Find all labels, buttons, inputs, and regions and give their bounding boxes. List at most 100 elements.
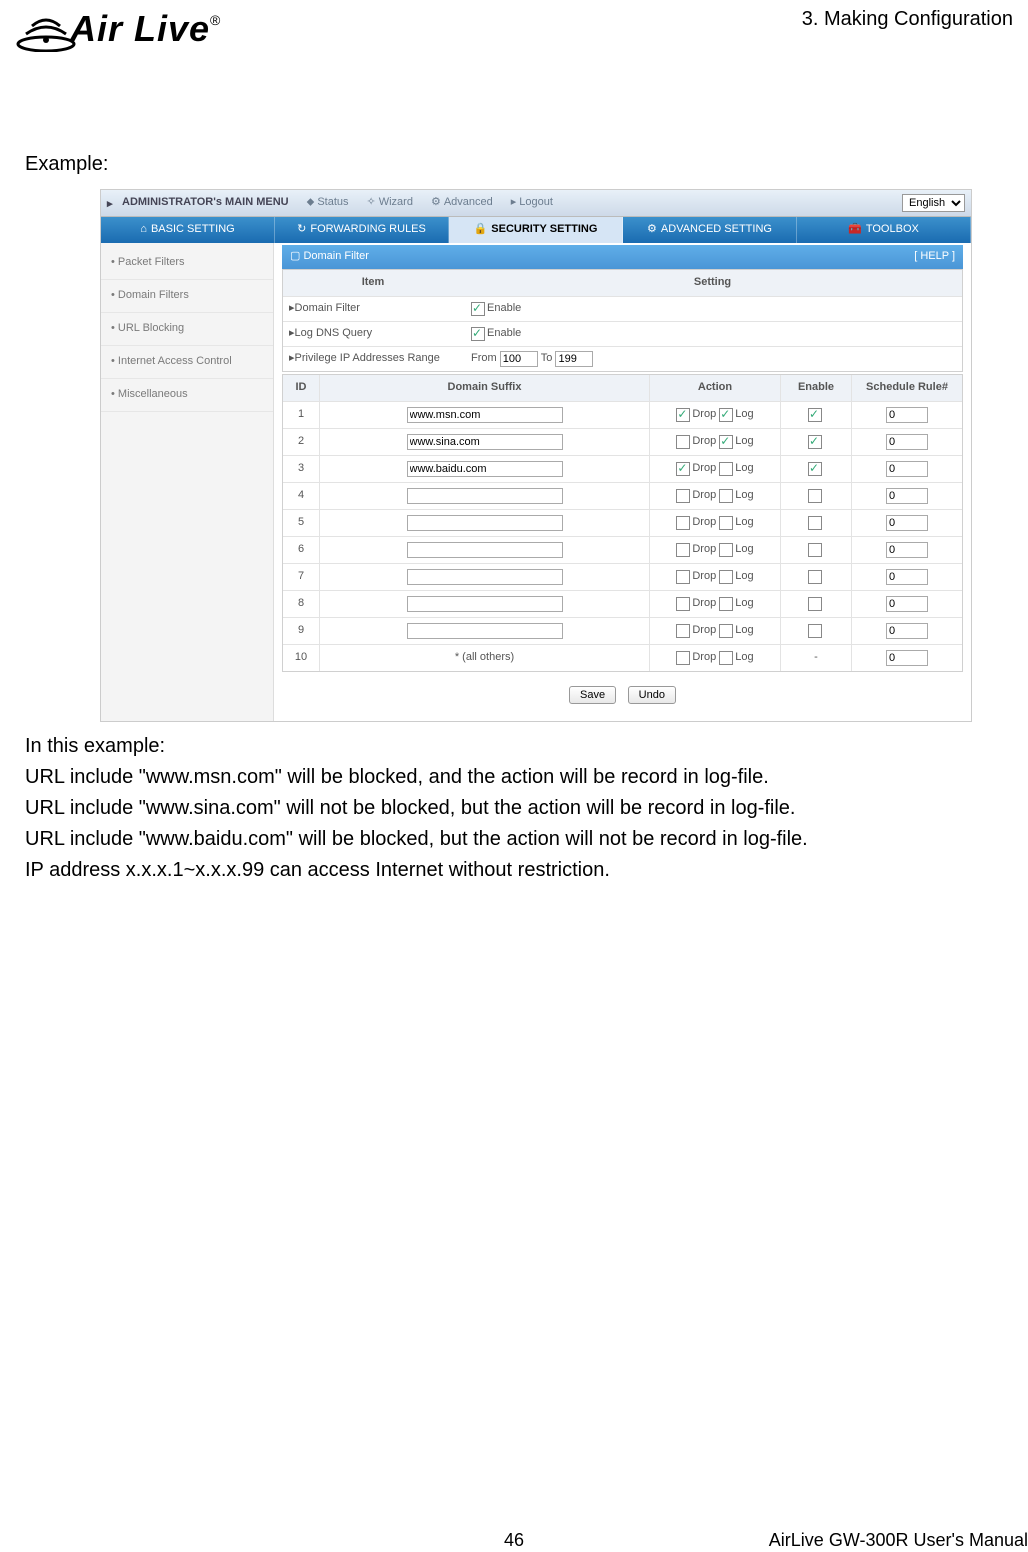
enable-checkbox[interactable]: [808, 435, 822, 449]
table-row: 6Drop Log: [283, 536, 962, 563]
drop-label: Drop: [692, 461, 716, 477]
schedule-rule-input[interactable]: [886, 407, 928, 423]
drop-checkbox[interactable]: [676, 408, 690, 422]
log-checkbox[interactable]: [719, 489, 733, 503]
arrow-icon: ▸: [107, 197, 119, 209]
drop-checkbox[interactable]: [676, 516, 690, 530]
suffix-input[interactable]: [407, 569, 563, 585]
suffix-input[interactable]: [407, 434, 563, 450]
drop-checkbox[interactable]: [676, 462, 690, 476]
sidebar-item-url-blocking[interactable]: • URL Blocking: [101, 313, 273, 346]
logout-link[interactable]: ▸ Logout: [511, 195, 553, 211]
drop-checkbox[interactable]: [676, 435, 690, 449]
drop-checkbox[interactable]: [676, 489, 690, 503]
cell-schedule-rule: [852, 618, 962, 644]
undo-button[interactable]: Undo: [628, 686, 676, 704]
admin-menu-label: ▸ ADMINISTRATOR's MAIN MENU: [107, 195, 289, 211]
language-select[interactable]: English: [902, 194, 965, 212]
cell-id: 7: [283, 564, 320, 590]
th-enable: Enable: [781, 375, 852, 401]
schedule-rule-input[interactable]: [886, 569, 928, 585]
wizard-link[interactable]: ✧ Wizard: [367, 195, 413, 211]
tab-security-setting[interactable]: 🔒SECURITY SETTING: [449, 217, 623, 243]
body-line-4: IP address x.x.x.1~x.x.x.99 can access I…: [25, 856, 1003, 885]
cell-id: 3: [283, 456, 320, 482]
schedule-rule-input[interactable]: [886, 461, 928, 477]
tab-advanced-setting[interactable]: ⚙ADVANCED SETTING: [623, 217, 797, 243]
suffix-input[interactable]: [407, 596, 563, 612]
drop-label: Drop: [692, 488, 716, 504]
status-link[interactable]: ⬥ Status: [307, 195, 349, 211]
cell-enable: [781, 483, 852, 509]
log-label: Log: [735, 488, 753, 504]
suffix-input[interactable]: [407, 488, 563, 504]
cell-suffix: [320, 483, 650, 509]
log-dns-checkbox[interactable]: [471, 327, 485, 341]
enable-checkbox[interactable]: [808, 516, 822, 530]
enable-checkbox[interactable]: [808, 597, 822, 611]
table-row: 8Drop Log: [283, 590, 962, 617]
enable-label: Enable: [487, 326, 521, 342]
schedule-rule-input[interactable]: [886, 434, 928, 450]
drop-checkbox[interactable]: [676, 597, 690, 611]
enable-checkbox[interactable]: [808, 543, 822, 557]
log-checkbox[interactable]: [719, 435, 733, 449]
save-button[interactable]: Save: [569, 686, 616, 704]
to-input[interactable]: [555, 351, 593, 367]
drop-label: Drop: [692, 407, 716, 423]
tab-toolbox[interactable]: 🧰TOOLBOX: [797, 217, 971, 243]
log-label: Log: [735, 596, 753, 612]
enable-checkbox[interactable]: [808, 462, 822, 476]
log-checkbox[interactable]: [719, 543, 733, 557]
schedule-rule-input[interactable]: [886, 488, 928, 504]
sidebar-item-packet-filters[interactable]: • Packet Filters: [101, 247, 273, 280]
schedule-rule-input[interactable]: [886, 515, 928, 531]
enable-checkbox[interactable]: [808, 570, 822, 584]
schedule-rule-input[interactable]: [886, 542, 928, 558]
drop-checkbox[interactable]: [676, 570, 690, 584]
schedule-rule-input[interactable]: [886, 596, 928, 612]
log-checkbox[interactable]: [719, 597, 733, 611]
enable-checkbox[interactable]: [808, 624, 822, 638]
th-item: Item: [283, 270, 463, 296]
enable-checkbox[interactable]: [808, 408, 822, 422]
row-privilege-ip-label: ▸ Privilege IP Addresses Range: [283, 347, 465, 371]
log-checkbox[interactable]: [719, 624, 733, 638]
sidebar-item-domain-filters[interactable]: • Domain Filters: [101, 280, 273, 313]
log-checkbox[interactable]: [719, 570, 733, 584]
drop-checkbox[interactable]: [676, 624, 690, 638]
cell-enable: [781, 564, 852, 590]
schedule-rule-input[interactable]: [886, 623, 928, 639]
drop-checkbox[interactable]: [676, 651, 690, 665]
log-checkbox[interactable]: [719, 408, 733, 422]
suffix-input[interactable]: [407, 515, 563, 531]
from-input[interactable]: [500, 351, 538, 367]
log-label: Log: [735, 434, 753, 450]
log-checkbox[interactable]: [719, 516, 733, 530]
help-link[interactable]: [ HELP ]: [914, 249, 955, 265]
drop-label: Drop: [692, 596, 716, 612]
sidebar-item-internet-access[interactable]: • Internet Access Control: [101, 346, 273, 379]
suffix-static: * (all others): [455, 650, 514, 666]
log-checkbox[interactable]: [719, 462, 733, 476]
sidebar-item-misc[interactable]: • Miscellaneous: [101, 379, 273, 412]
cell-action: Drop Log: [650, 429, 781, 455]
suffix-input[interactable]: [407, 623, 563, 639]
cell-id: 5: [283, 510, 320, 536]
tab-forwarding-rules[interactable]: ↻FORWARDING RULES: [275, 217, 449, 243]
suffix-input[interactable]: [407, 542, 563, 558]
th-setting: Setting: [463, 270, 962, 296]
cell-action: Drop Log: [650, 618, 781, 644]
schedule-rule-input[interactable]: [886, 650, 928, 666]
domain-filter-checkbox[interactable]: [471, 302, 485, 316]
advanced-link[interactable]: ⚙ Advanced: [431, 195, 493, 211]
cell-schedule-rule: [852, 429, 962, 455]
log-checkbox[interactable]: [719, 651, 733, 665]
drop-checkbox[interactable]: [676, 543, 690, 557]
enable-checkbox[interactable]: [808, 489, 822, 503]
suffix-input[interactable]: [407, 407, 563, 423]
tab-basic-setting[interactable]: ⌂BASIC SETTING: [101, 217, 275, 243]
suffix-input[interactable]: [407, 461, 563, 477]
cell-suffix: [320, 537, 650, 563]
cell-id: 4: [283, 483, 320, 509]
